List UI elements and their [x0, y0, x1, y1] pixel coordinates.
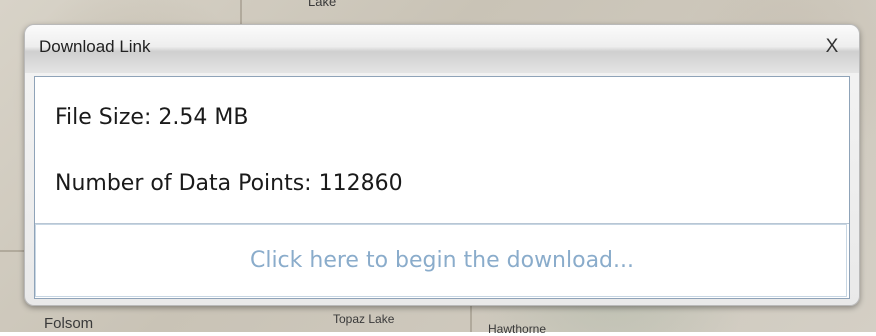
dialog-title: Download Link: [39, 37, 151, 56]
download-link[interactable]: Click here to begin the download...: [35, 223, 849, 298]
map-label-hawthorne: Hawthorne: [488, 322, 547, 336]
dialog-body: File Size: 2.54 MB Number of Data Points…: [34, 76, 850, 299]
download-link-label: Click here to begin the download...: [249, 248, 635, 273]
close-button[interactable]: X: [821, 36, 843, 58]
data-points-text: Number of Data Points: 112860: [55, 171, 403, 196]
map-label-folsom: Folsom: [44, 315, 94, 332]
file-size-text: File Size: 2.54 MB: [55, 105, 249, 130]
dialog-header[interactable]: Download Link X: [25, 25, 859, 73]
map-label-topaz-lake: Topaz Lake: [333, 312, 395, 326]
map-label-top: Lake: [308, 0, 337, 9]
download-dialog: Download Link X File Size: 2.54 MB Numbe…: [24, 24, 860, 306]
